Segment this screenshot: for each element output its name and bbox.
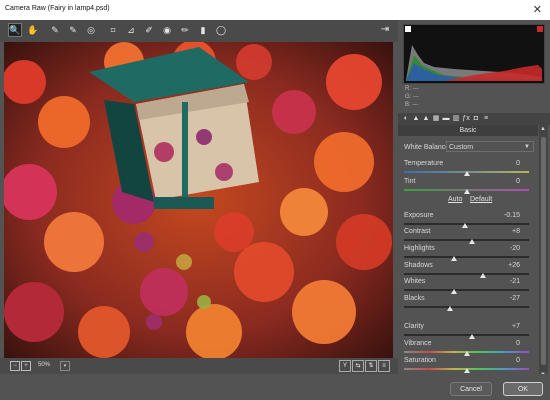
brush-icon[interactable]: ✐ [142, 23, 156, 37]
zoom-in-button[interactable]: + [21, 361, 31, 371]
slider-track-contrast[interactable] [404, 239, 529, 241]
brush-icon[interactable]: ✏ [178, 23, 192, 37]
before-after-toggle-button[interactable]: Y [339, 360, 351, 372]
slider-thumb-saturation[interactable] [463, 368, 470, 373]
slider-thumb-clarity[interactable] [468, 334, 475, 339]
white-balance-value: Custom [449, 144, 474, 151]
panel-header: Basic [398, 125, 538, 136]
panel-tab-icon[interactable]: ◘ [472, 115, 480, 123]
slider-track-blacks[interactable] [404, 306, 529, 308]
photo-image [4, 42, 393, 358]
slider-track-shadows[interactable] [404, 273, 529, 275]
auto-link[interactable]: Auto [448, 196, 462, 203]
slider-value-clarity[interactable]: +7 [512, 323, 520, 330]
panel-tab-icon[interactable]: ≡ [482, 115, 490, 123]
magnifier-icon[interactable]: 🔍 [8, 23, 22, 37]
panel-settings-button[interactable]: ≡ [378, 360, 390, 372]
slider-track-highlights[interactable] [404, 256, 529, 258]
title-bar: Camera Raw (Fairy in lamp4.psd) ✕ [0, 0, 550, 20]
white-balance-select[interactable]: Custom ▼ [446, 141, 534, 152]
slider-thumb-blacks[interactable] [447, 306, 454, 311]
slider-label-whites: Whites [404, 278, 426, 285]
copy-settings-button[interactable]: ⇅ [365, 360, 377, 372]
dialog-footer: Cancel OK [0, 374, 550, 400]
slider-label-exposure: Exposure [404, 212, 434, 219]
cancel-button[interactable]: Cancel [450, 382, 492, 396]
slider-thumb-highlights[interactable] [451, 256, 457, 261]
slider-value-whites[interactable]: -21 [510, 278, 520, 285]
histogram [403, 24, 545, 84]
ellipse-icon[interactable]: ◯ [214, 23, 228, 37]
ok-button[interactable]: OK [503, 382, 543, 396]
chevron-down-icon: ▼ [524, 144, 530, 150]
slider-thumb-vibrance[interactable] [463, 351, 470, 356]
crop-icon[interactable]: ⌗ [106, 23, 120, 37]
window-title: Camera Raw (Fairy in lamp4.psd) [5, 5, 110, 12]
hand-icon[interactable]: ✋ [26, 23, 40, 37]
slider-value-tint[interactable]: 0 [516, 178, 520, 185]
slider-label-blacks: Blacks [404, 295, 425, 302]
slider-track-clarity[interactable] [404, 334, 529, 336]
white-balance-label: White Balance: [404, 144, 452, 151]
target-icon[interactable]: ◎ [84, 23, 98, 37]
slider-value-exposure[interactable]: -0.15 [504, 212, 520, 219]
panel-tab-icon[interactable]: ▥ [452, 115, 460, 123]
slider-value-saturation[interactable]: 0 [516, 357, 520, 364]
histogram-b: B: --- [405, 102, 419, 108]
slider-value-highlights[interactable]: -20 [510, 245, 520, 252]
panel-tab-icon[interactable]: ▬ [442, 115, 450, 123]
slider-value-temperature[interactable]: 0 [516, 160, 520, 167]
toolbar: 🔍 ✋ ✎ ✎ ◎ ⌗ ⊿ ✐ ◉ ✏ ▮ ◯ [0, 20, 398, 42]
zoom-out-button[interactable]: − [10, 361, 20, 371]
slider-value-shadows[interactable]: +26 [508, 262, 520, 269]
panel-scrollbar[interactable]: ▲ ▼ [539, 125, 548, 381]
panel-tab-icon[interactable]: ƒx [462, 115, 470, 123]
right-panel: R: --- G: --- B: --- ◐ ▲ ▲ ▦ ▬ ▥ ƒx ◘ ≡ Basic Wh… [398, 20, 550, 381]
eye-icon[interactable]: ◉ [160, 23, 174, 37]
straighten-icon[interactable]: ⊿ [124, 23, 138, 37]
slider-label-shadows: Shadows [404, 262, 433, 269]
panel-tab-icon[interactable]: ▲ [422, 115, 430, 123]
eyedropper-plus-icon[interactable]: ✎ [66, 23, 80, 37]
scrollbar-thumb[interactable] [541, 137, 546, 365]
slider-value-contrast[interactable]: +8 [512, 228, 520, 235]
slider-label-saturation: Saturation [404, 357, 436, 364]
eyedropper-icon[interactable]: ✎ [48, 23, 62, 37]
zoom-dropdown[interactable]: ▾ [60, 361, 70, 371]
export-icon[interactable]: ⇥ [378, 22, 392, 36]
slider-thumb-exposure[interactable] [462, 223, 469, 228]
bottom-bar: − + 50% ▾ Y ⇆ ⇅ ≡ [0, 358, 398, 374]
histogram-r: R: --- [405, 86, 419, 92]
close-icon[interactable]: ✕ [533, 3, 542, 16]
slider-label-clarity: Clarity [404, 323, 424, 330]
slider-label-highlights: Highlights [404, 245, 435, 252]
panel-tab-icon[interactable]: ▦ [432, 115, 440, 123]
slider-thumb-whites[interactable] [451, 289, 457, 294]
histogram-g: G: --- [405, 94, 420, 100]
slider-value-blacks[interactable]: -27 [510, 295, 520, 302]
slider-label-tint: Tint [404, 178, 416, 185]
panel-tab-icon[interactable]: ▲ [412, 115, 420, 123]
zoom-level: 50% [38, 362, 51, 368]
slider-value-vibrance[interactable]: 0 [516, 340, 520, 347]
slider-thumb-tint[interactable] [463, 189, 470, 194]
gradient-icon[interactable]: ▮ [196, 23, 210, 37]
image-preview[interactable] [4, 42, 393, 358]
slider-thumb-temperature[interactable] [463, 171, 470, 176]
slider-label-contrast: Contrast [404, 228, 431, 235]
slider-label-temperature: Temperature [404, 160, 444, 167]
slider-track-whites[interactable] [404, 289, 529, 291]
slider-thumb-contrast[interactable] [468, 239, 475, 244]
slider-label-vibrance: Vibrance [404, 340, 432, 347]
panel-tabs: ◐ ▲ ▲ ▦ ▬ ▥ ƒx ◘ ≡ [398, 113, 550, 125]
default-link[interactable]: Default [470, 196, 492, 203]
before-after-swap-button[interactable]: ⇆ [352, 360, 364, 372]
scroll-up-icon[interactable]: ▲ [540, 126, 546, 132]
slider-thumb-shadows[interactable] [479, 273, 486, 278]
panel-tab-icon[interactable]: ◐ [402, 115, 410, 123]
